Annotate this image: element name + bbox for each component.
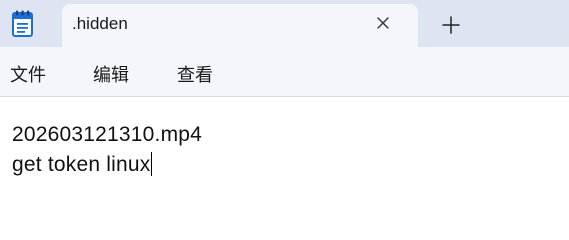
plus-icon[interactable] (437, 12, 465, 38)
text-editor[interactable]: 202603121310.mp4 get token linux (0, 97, 569, 207)
editor-line-2-text: get token linux (12, 153, 151, 176)
tab-title: .hidden (72, 14, 128, 33)
notepad-icon (10, 10, 36, 38)
editor-line-1: 202603121310.mp4 (12, 123, 203, 146)
menu-view[interactable]: 查看 (177, 61, 213, 87)
menu-bar: 文件 编辑 查看 (0, 47, 569, 97)
tab-hidden[interactable]: .hidden (62, 4, 418, 47)
menu-file[interactable]: 文件 (10, 61, 46, 87)
notepad-window: .hidden 文件 编辑 查看 202603121310.mp4 get to… (0, 0, 569, 207)
close-icon[interactable] (373, 13, 393, 33)
title-bar: .hidden (0, 0, 569, 47)
menu-edit[interactable]: 编辑 (93, 61, 129, 87)
editor-line-2: get token linux (12, 152, 153, 177)
text-caret (151, 152, 153, 176)
